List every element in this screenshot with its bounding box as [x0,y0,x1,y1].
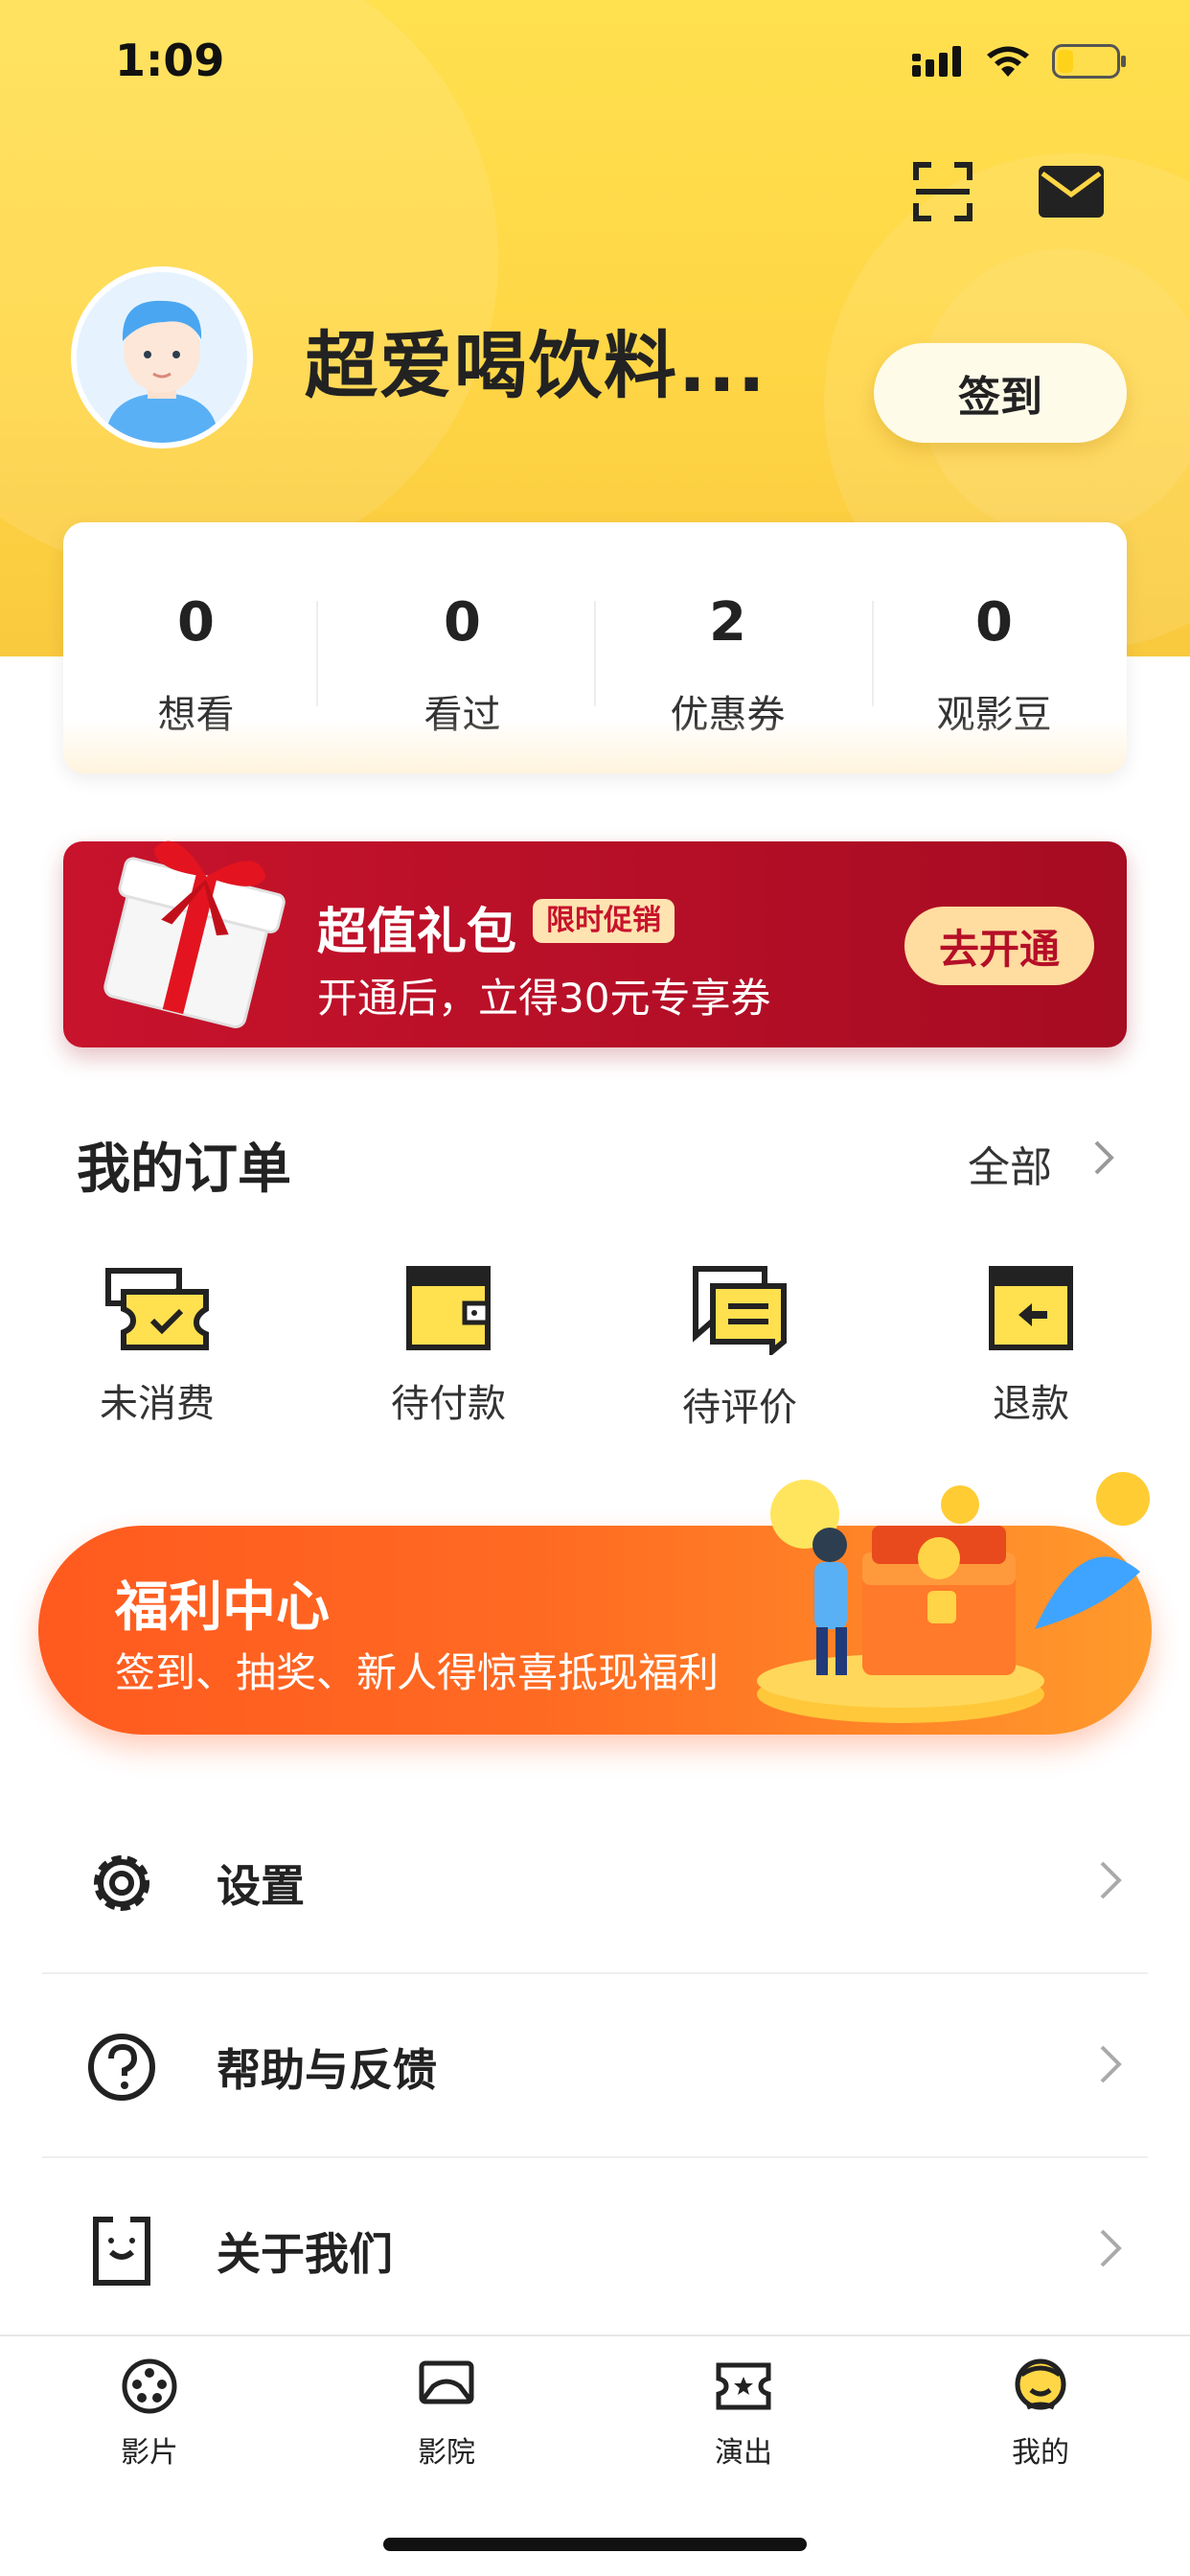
tab-label: 影院 [418,2436,475,2470]
tab-label: 我的 [1012,2436,1069,2470]
menu-divider [42,1972,1148,1974]
about-icon [93,2216,150,2286]
battery-icon [1052,44,1126,79]
order-label: 待付款 [391,1382,506,1426]
gift-pack-banner[interactable]: 超值礼包 限时促销 开通后，立得30元专享券 去开通 [63,840,1127,1047]
stat-label: 优惠券 [670,693,786,737]
username[interactable]: 超爱喝饮料... [305,307,767,412]
tab-cinemas[interactable]: 影院 [370,2358,523,2471]
order-pending-payment[interactable]: 待付款 [353,1265,544,1428]
menu-about-us[interactable]: 关于我们 [42,2160,1148,2342]
stat-want-to-see[interactable]: 0 想看 [63,522,329,773]
stat-divider [316,601,318,706]
orders-see-all-link[interactable]: 全部 [968,1133,1052,1194]
ticket-check-icon [105,1268,209,1350]
avatar-illustration [77,272,247,443]
cinema-icon [419,2360,474,2404]
welfare-title: 福利中心 [115,1576,330,1639]
stat-beans[interactable]: 0 观影豆 [861,522,1127,773]
tab-shows[interactable]: 演出 [667,2358,820,2471]
welfare-subtitle: 签到、抽奖、新人得惊喜抵现福利 [115,1649,720,1696]
menu-divider [42,2156,1148,2158]
gear-icon [94,1855,149,1911]
tab-label: 演出 [715,2436,772,2470]
stat-label: 看过 [423,693,501,737]
status-bar: 1:09 [0,0,1190,125]
home-indicator [383,2538,807,2551]
tab-label: 影片 [121,2436,178,2470]
activate-button[interactable]: 去开通 [904,907,1094,985]
stat-value: 0 [444,591,481,654]
stat-label: 想看 [157,693,235,737]
treasure-chest-illustration [757,1472,1150,1723]
order-refund[interactable]: 退款 [935,1265,1127,1428]
message-button[interactable] [1033,153,1110,230]
show-ticket-icon [716,2362,771,2410]
scan-button[interactable] [904,153,981,230]
tab-mine[interactable]: 我的 [964,2358,1117,2471]
avatar[interactable] [71,266,253,448]
order-pending-review[interactable]: 待评价 [644,1265,835,1432]
chevron-right-icon [1100,2045,1122,2083]
gift-box-icon [103,840,286,1028]
order-label: 待评价 [682,1386,797,1430]
wallet-icon [406,1266,491,1350]
envelope-icon [1039,166,1104,218]
signin-button[interactable]: 签到 [874,343,1127,443]
menu-help-feedback[interactable]: 帮助与反馈 [42,1976,1148,2158]
menu-label: 关于我们 [217,2228,393,2280]
promo-title: 超值礼包 [317,904,517,961]
order-label: 退款 [993,1382,1069,1426]
cellular-signal-icon [912,46,961,77]
stats-card: 0 想看 0 看过 2 优惠券 0 观影豆 [63,522,1127,773]
stat-coupons[interactable]: 2 优惠券 [595,522,860,773]
refund-icon [989,1266,1073,1350]
stat-value: 0 [177,591,215,654]
menu-label: 设置 [217,1860,305,1912]
promo-subtitle: 开通后，立得30元专享券 [317,975,771,1022]
stat-value: 2 [709,591,746,654]
promo-tag: 限时促销 [533,899,675,943]
stat-value: 0 [975,591,1013,654]
comment-icon [693,1266,787,1355]
stat-watched[interactable]: 0 看过 [330,522,595,773]
status-icons [912,44,1127,79]
profile-icon [1015,2358,1066,2410]
chevron-right-icon [1100,1861,1122,1899]
scan-icon [913,162,973,221]
help-icon [88,2034,155,2101]
order-unused[interactable]: 未消费 [61,1265,253,1428]
chevron-right-icon [1100,2229,1122,2267]
welfare-center-banner[interactable]: 福利中心 签到、抽奖、新人得惊喜抵现福利 [38,1472,1152,1735]
orders-title: 我的订单 [77,1138,291,1201]
film-reel-icon [122,2358,177,2414]
order-label: 未消费 [100,1382,215,1426]
status-time: 1:09 [115,34,225,86]
menu-settings[interactable]: 设置 [42,1792,1148,1974]
stat-label: 观影豆 [936,693,1052,737]
menu-label: 帮助与反馈 [217,2044,437,2096]
wifi-icon [987,46,1029,77]
chevron-right-icon [1094,1140,1114,1175]
tab-movies[interactable]: 影片 [73,2358,226,2471]
